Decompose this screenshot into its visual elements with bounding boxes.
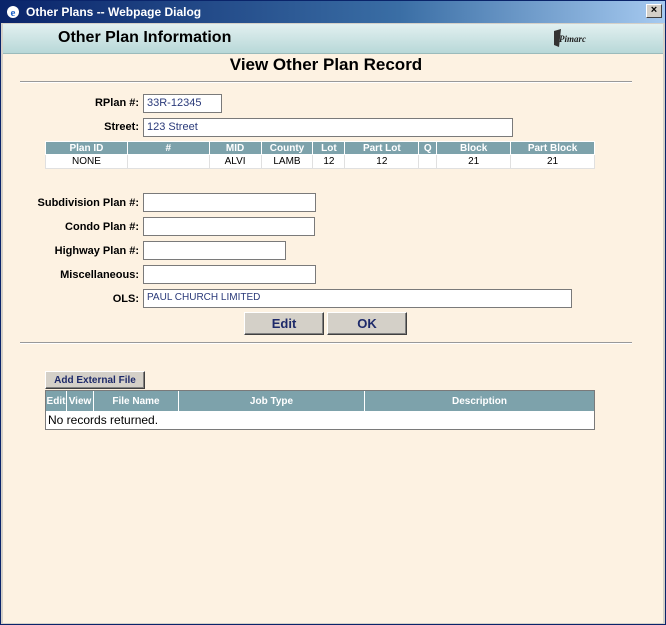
subdivision-label: Subdivision Plan #: (37, 197, 139, 209)
cell-part-block: 21 (510, 154, 595, 169)
col-county: County (260, 141, 314, 155)
col-block: Block (436, 141, 512, 155)
col-plan-id: Plan ID (45, 141, 128, 155)
svg-text:e: e (11, 7, 16, 19)
subdivision-field[interactable] (143, 193, 316, 212)
condo-field[interactable] (143, 217, 315, 236)
dialog-window: e Other Plans -- Webpage Dialog × Other … (0, 0, 666, 625)
misc-label: Miscellaneous: (60, 269, 139, 281)
files-table: Edit View File Name Job Type Description… (45, 390, 595, 430)
add-external-file-button[interactable]: Add External File (45, 371, 145, 389)
rplan-field[interactable]: 33R-12345 (143, 94, 222, 113)
table-row: NONE ALVI LAMB 12 12 21 21 (45, 154, 595, 169)
col-number: # (126, 141, 210, 155)
plan-table-header-row: Plan ID # MID County Lot Part Lot Q Bloc… (45, 141, 595, 155)
col-part-lot: Part Lot (344, 141, 420, 155)
close-button[interactable]: × (646, 4, 662, 18)
pimarc-logo-icon: Pimarc (551, 27, 591, 51)
header-title: Other Plan Information (58, 29, 232, 46)
dialog-content: Other Plan Information Pimarc View Other… (3, 24, 663, 623)
highway-field[interactable] (143, 241, 286, 260)
street-label: Street: (104, 121, 139, 133)
header-band: Other Plan Information Pimarc (3, 24, 663, 54)
no-records-text: No records returned. (48, 413, 159, 427)
ok-button[interactable]: OK (327, 312, 407, 335)
col-part-block: Part Block (510, 141, 595, 155)
cell-lot: 12 (312, 154, 346, 169)
title-bar[interactable]: e Other Plans -- Webpage Dialog × (1, 1, 665, 23)
cell-part-lot: 12 (344, 154, 420, 169)
cell-plan-id: NONE (45, 154, 128, 169)
edit-button[interactable]: Edit (244, 312, 324, 335)
col-edit[interactable]: Edit (46, 391, 67, 411)
col-view[interactable]: View (67, 391, 94, 411)
bottom-divider (20, 342, 632, 344)
logo-text: Pimarc (559, 34, 586, 44)
page-heading: View Other Plan Record (229, 55, 423, 74)
cell-block: 21 (436, 154, 512, 169)
cell-q (418, 154, 438, 169)
ols-label: OLS: (112, 293, 139, 305)
top-divider (20, 81, 632, 83)
col-q: Q (418, 141, 438, 155)
col-description[interactable]: Description (365, 391, 594, 411)
cell-number (126, 154, 210, 169)
condo-label: Condo Plan #: (65, 221, 139, 233)
plan-table: Plan ID # MID County Lot Part Lot Q Bloc… (45, 141, 595, 169)
highway-label: Highway Plan #: (54, 245, 139, 257)
col-mid: MID (208, 141, 262, 155)
col-file-name[interactable]: File Name (94, 391, 179, 411)
misc-field[interactable] (143, 265, 316, 284)
files-table-header-row: Edit View File Name Job Type Description (46, 391, 594, 411)
col-job-type[interactable]: Job Type (179, 391, 365, 411)
ie-icon: e (5, 4, 21, 20)
street-field[interactable]: 123 Street (143, 118, 513, 137)
ols-field[interactable]: PAUL CHURCH LIMITED (143, 289, 572, 308)
col-lot: Lot (312, 141, 346, 155)
cell-county: LAMB (260, 154, 314, 169)
rplan-label: RPlan #: (94, 97, 139, 109)
window-title: Other Plans -- Webpage Dialog (26, 5, 202, 19)
cell-mid: ALVI (208, 154, 262, 169)
